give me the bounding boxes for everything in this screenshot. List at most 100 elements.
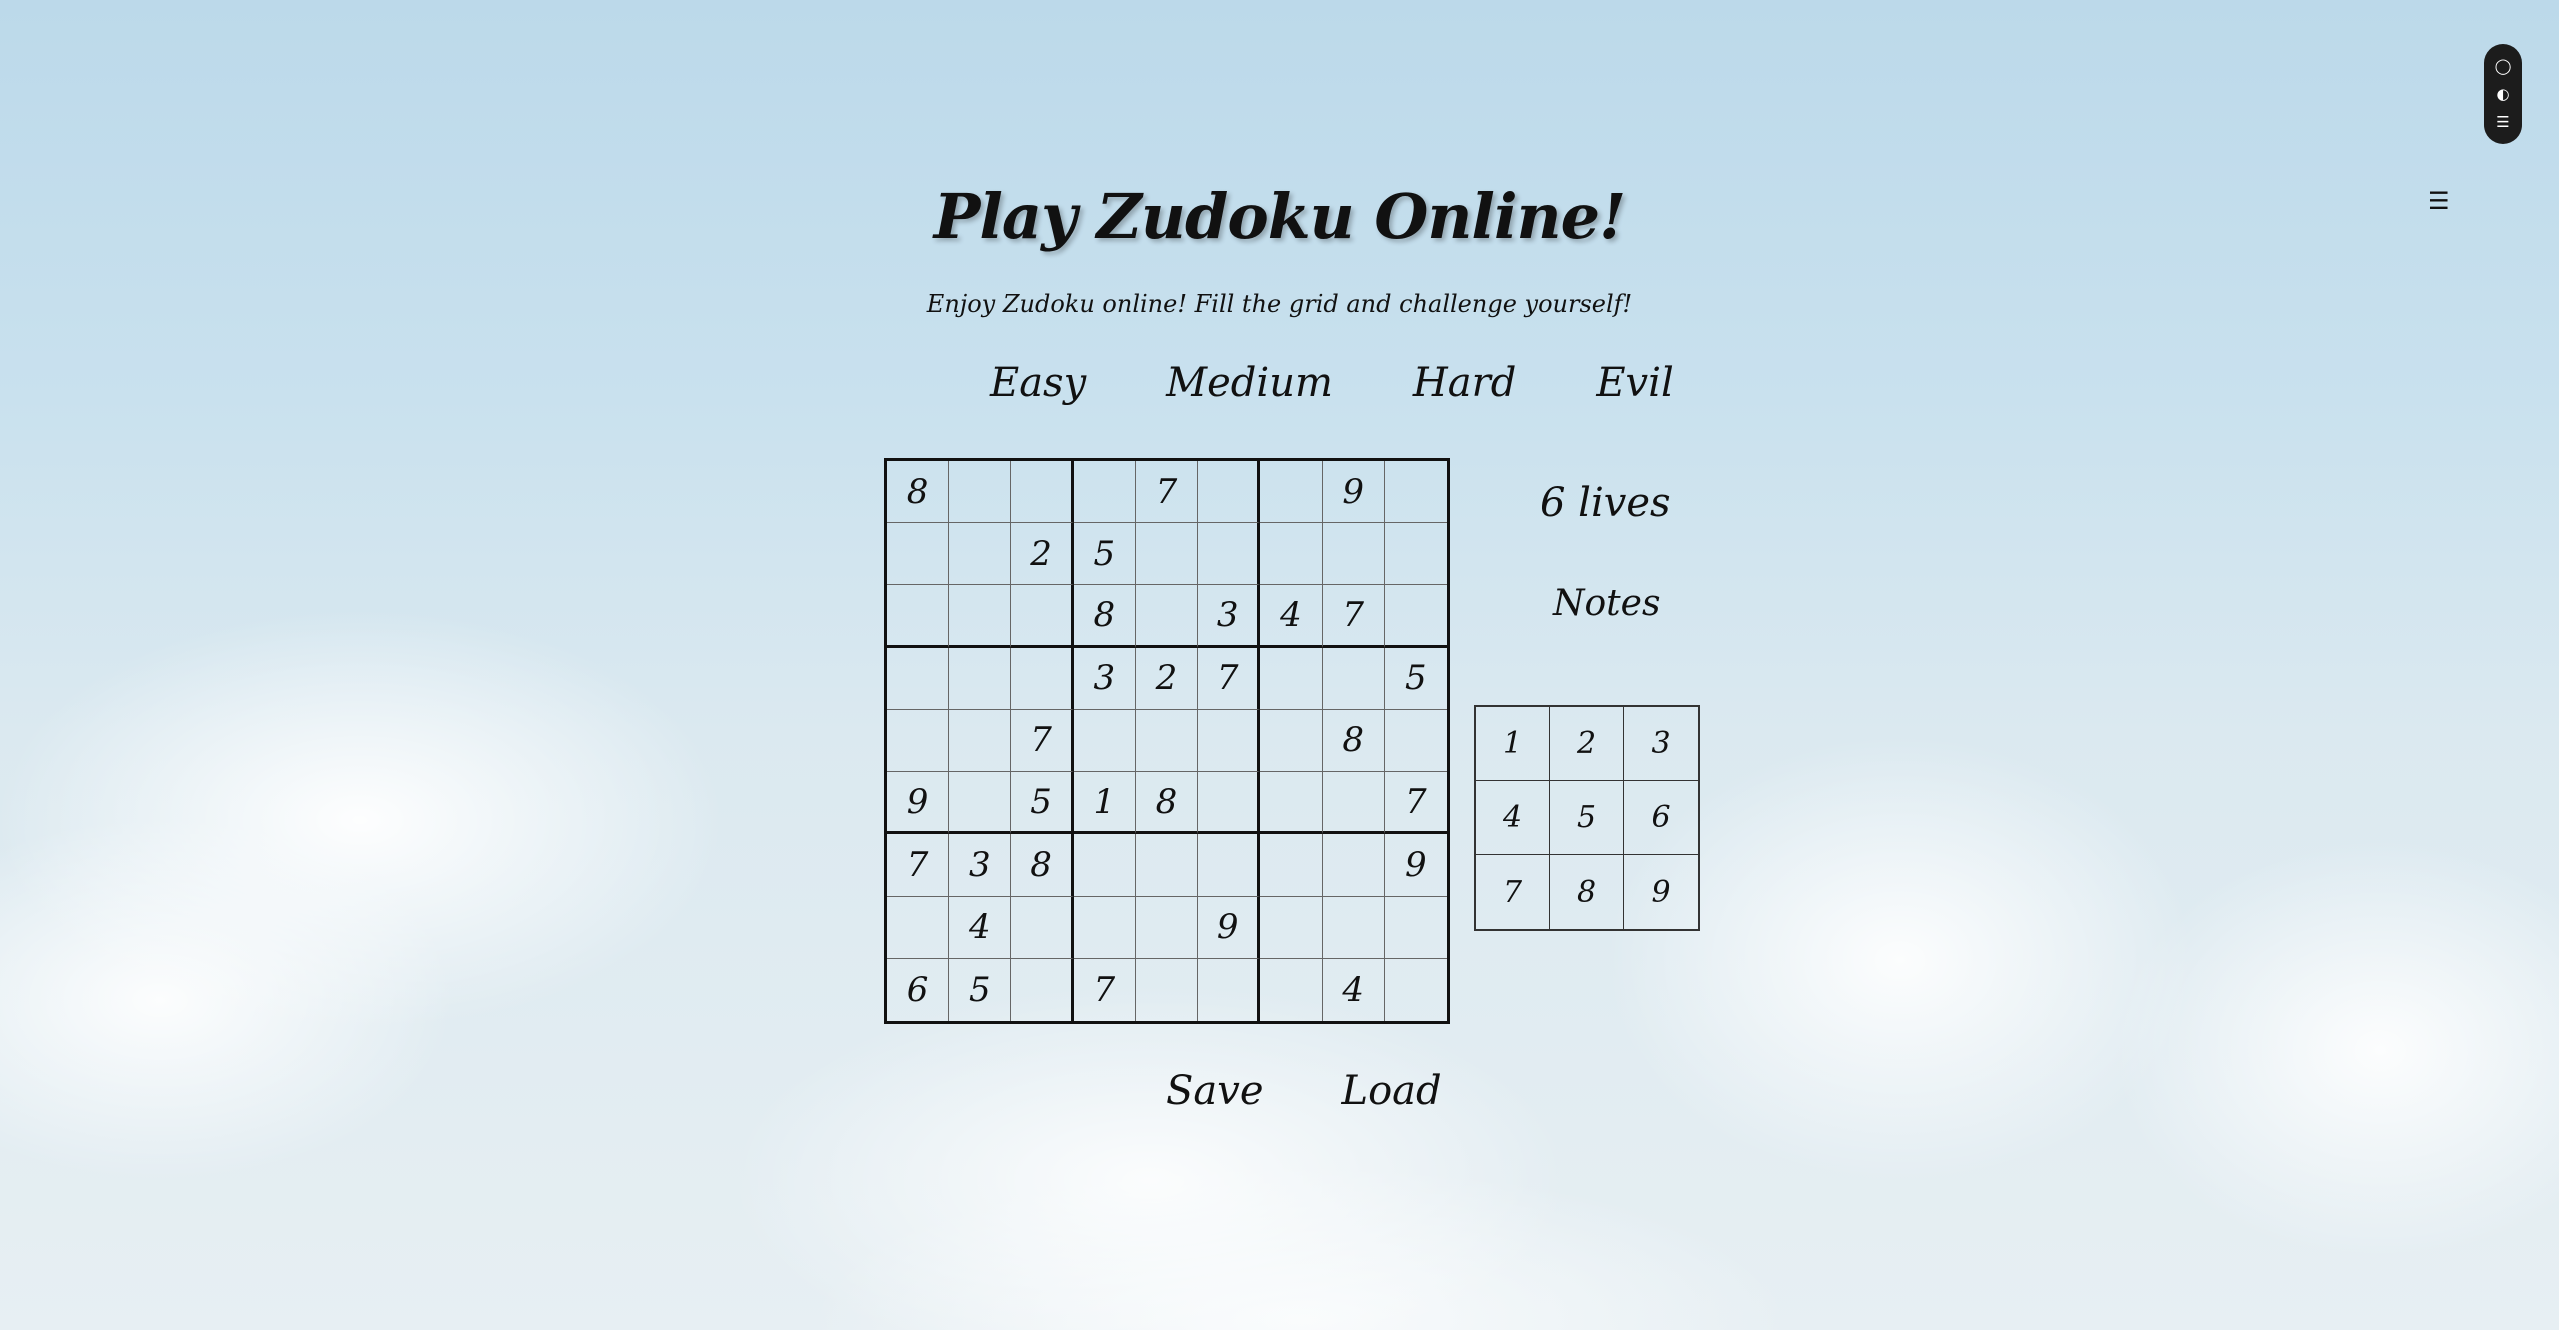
numpad-key[interactable]: 1 (1476, 707, 1550, 781)
numpad-key[interactable]: 5 (1550, 781, 1624, 855)
level-evil[interactable]: Evil (1596, 360, 1673, 406)
toggle-icon[interactable]: ◐ (2496, 86, 2509, 102)
grid-cell[interactable] (1198, 834, 1261, 897)
grid-cell[interactable] (1011, 896, 1074, 959)
level-easy[interactable]: Easy (990, 360, 1086, 406)
grid-cell[interactable]: 8 (1135, 772, 1199, 835)
grid-cell[interactable]: 2 (1011, 523, 1074, 586)
grid-cell[interactable] (1136, 958, 1199, 1021)
grid-cell[interactable]: 4 (1323, 958, 1385, 1021)
numpad-key[interactable]: 6 (1624, 781, 1698, 855)
level-medium[interactable]: Medium (1166, 360, 1333, 406)
grid-cell[interactable] (1260, 958, 1323, 1021)
list-icon[interactable]: ☰ (2496, 114, 2509, 130)
grid-cell[interactable]: 3 (1198, 585, 1261, 648)
grid-cell[interactable] (887, 709, 950, 773)
grid-cell[interactable] (1073, 834, 1136, 897)
grid-cell[interactable] (1135, 834, 1199, 897)
grid-cell[interactable] (949, 461, 1012, 524)
grid-cell[interactable]: 7 (1011, 709, 1074, 773)
grid-cell[interactable]: 6 (887, 958, 950, 1021)
grid-cell[interactable] (1322, 772, 1385, 835)
grid-cell[interactable]: 7 (1198, 647, 1261, 710)
grid-cell[interactable]: 8 (1073, 585, 1136, 648)
grid-cell[interactable] (1198, 958, 1261, 1021)
grid-cell[interactable] (949, 772, 1012, 835)
grid-cell[interactable] (1384, 585, 1447, 648)
chat-icon[interactable]: ◯ (2495, 58, 2512, 74)
grid-cell[interactable]: 5 (1073, 523, 1136, 586)
grid-cell[interactable] (1384, 461, 1447, 524)
grid-cell[interactable]: 7 (1074, 958, 1136, 1021)
grid-cell[interactable]: 8 (1011, 834, 1074, 897)
numpad-key[interactable]: 4 (1476, 781, 1550, 855)
grid-cell[interactable] (949, 585, 1012, 648)
numpad-key[interactable]: 8 (1550, 855, 1624, 929)
grid-cell[interactable] (887, 523, 950, 586)
grid-cell[interactable]: 8 (1322, 709, 1385, 773)
grid-cell[interactable]: 4 (1260, 585, 1323, 648)
grid-cell[interactable] (1135, 709, 1199, 773)
grid-cell[interactable] (1260, 709, 1323, 773)
numpad-key[interactable]: 3 (1624, 707, 1698, 781)
grid-cell[interactable]: 3 (949, 834, 1012, 897)
grid-cell[interactable] (1011, 647, 1074, 710)
grid-cell[interactable]: 4 (949, 896, 1012, 959)
grid-cell[interactable] (1135, 523, 1199, 586)
grid-cell[interactable] (1135, 585, 1199, 648)
grid-cell[interactable] (1260, 896, 1323, 959)
grid-cell[interactable]: 9 (887, 772, 950, 835)
grid-cell[interactable]: 9 (1198, 896, 1261, 959)
grid-cell[interactable] (887, 647, 950, 710)
grid-cell[interactable] (1322, 523, 1385, 586)
grid-cell[interactable] (1073, 896, 1136, 959)
grid-cell[interactable] (1322, 834, 1385, 897)
grid-cell[interactable]: 1 (1073, 772, 1136, 835)
grid-cell[interactable] (1260, 461, 1323, 524)
grid-cell[interactable]: 3 (1073, 647, 1136, 710)
grid-cell[interactable]: 5 (949, 958, 1012, 1021)
grid-cell[interactable] (1011, 958, 1074, 1021)
grid-cell[interactable] (1198, 709, 1261, 773)
grid-cell[interactable] (887, 896, 950, 959)
numpad-key[interactable]: 9 (1624, 855, 1698, 929)
grid-cell[interactable] (1198, 523, 1261, 586)
notes-toggle[interactable]: Notes (1553, 583, 1660, 624)
grid-cell[interactable]: 7 (1135, 461, 1199, 524)
save-button[interactable]: Save (1166, 1068, 1264, 1114)
grid-cell[interactable]: 9 (1384, 834, 1447, 897)
grid-cell[interactable]: 7 (1322, 585, 1385, 648)
grid-cell[interactable] (1322, 896, 1385, 959)
numpad-key[interactable]: 7 (1476, 855, 1550, 929)
grid-cell[interactable] (1260, 834, 1323, 897)
grid-cell[interactable] (1260, 772, 1323, 835)
grid-cell[interactable] (1260, 523, 1323, 586)
grid-cell[interactable] (1073, 461, 1136, 524)
grid-cell[interactable] (949, 523, 1012, 586)
load-button[interactable]: Load (1342, 1068, 1442, 1114)
grid-cell[interactable]: 7 (1384, 772, 1447, 835)
grid-cell[interactable]: 5 (1011, 772, 1074, 835)
grid-cell[interactable] (1384, 710, 1447, 773)
grid-cell[interactable] (1198, 461, 1261, 524)
grid-cell[interactable] (1384, 523, 1447, 586)
grid-cell[interactable]: 2 (1135, 647, 1199, 710)
grid-cell[interactable] (1135, 896, 1199, 959)
grid-cell[interactable] (1073, 709, 1136, 773)
grid-cell[interactable] (1011, 585, 1074, 648)
grid-cell[interactable] (1011, 461, 1074, 524)
grid-cell[interactable] (1385, 959, 1447, 1021)
grid-cell[interactable]: 5 (1384, 648, 1447, 710)
grid-cell[interactable] (887, 585, 950, 648)
grid-cell[interactable]: 8 (887, 461, 950, 524)
grid-cell[interactable]: 9 (1322, 461, 1385, 524)
grid-cell[interactable] (949, 647, 1012, 710)
numpad-key[interactable]: 2 (1550, 707, 1624, 781)
grid-cell[interactable] (1198, 772, 1261, 835)
grid-cell[interactable] (1322, 647, 1385, 710)
grid-cell[interactable] (1384, 897, 1447, 959)
grid-cell[interactable] (949, 709, 1012, 773)
grid-cell[interactable] (1260, 647, 1323, 710)
level-hard[interactable]: Hard (1413, 360, 1516, 406)
grid-cell[interactable]: 7 (887, 834, 950, 897)
